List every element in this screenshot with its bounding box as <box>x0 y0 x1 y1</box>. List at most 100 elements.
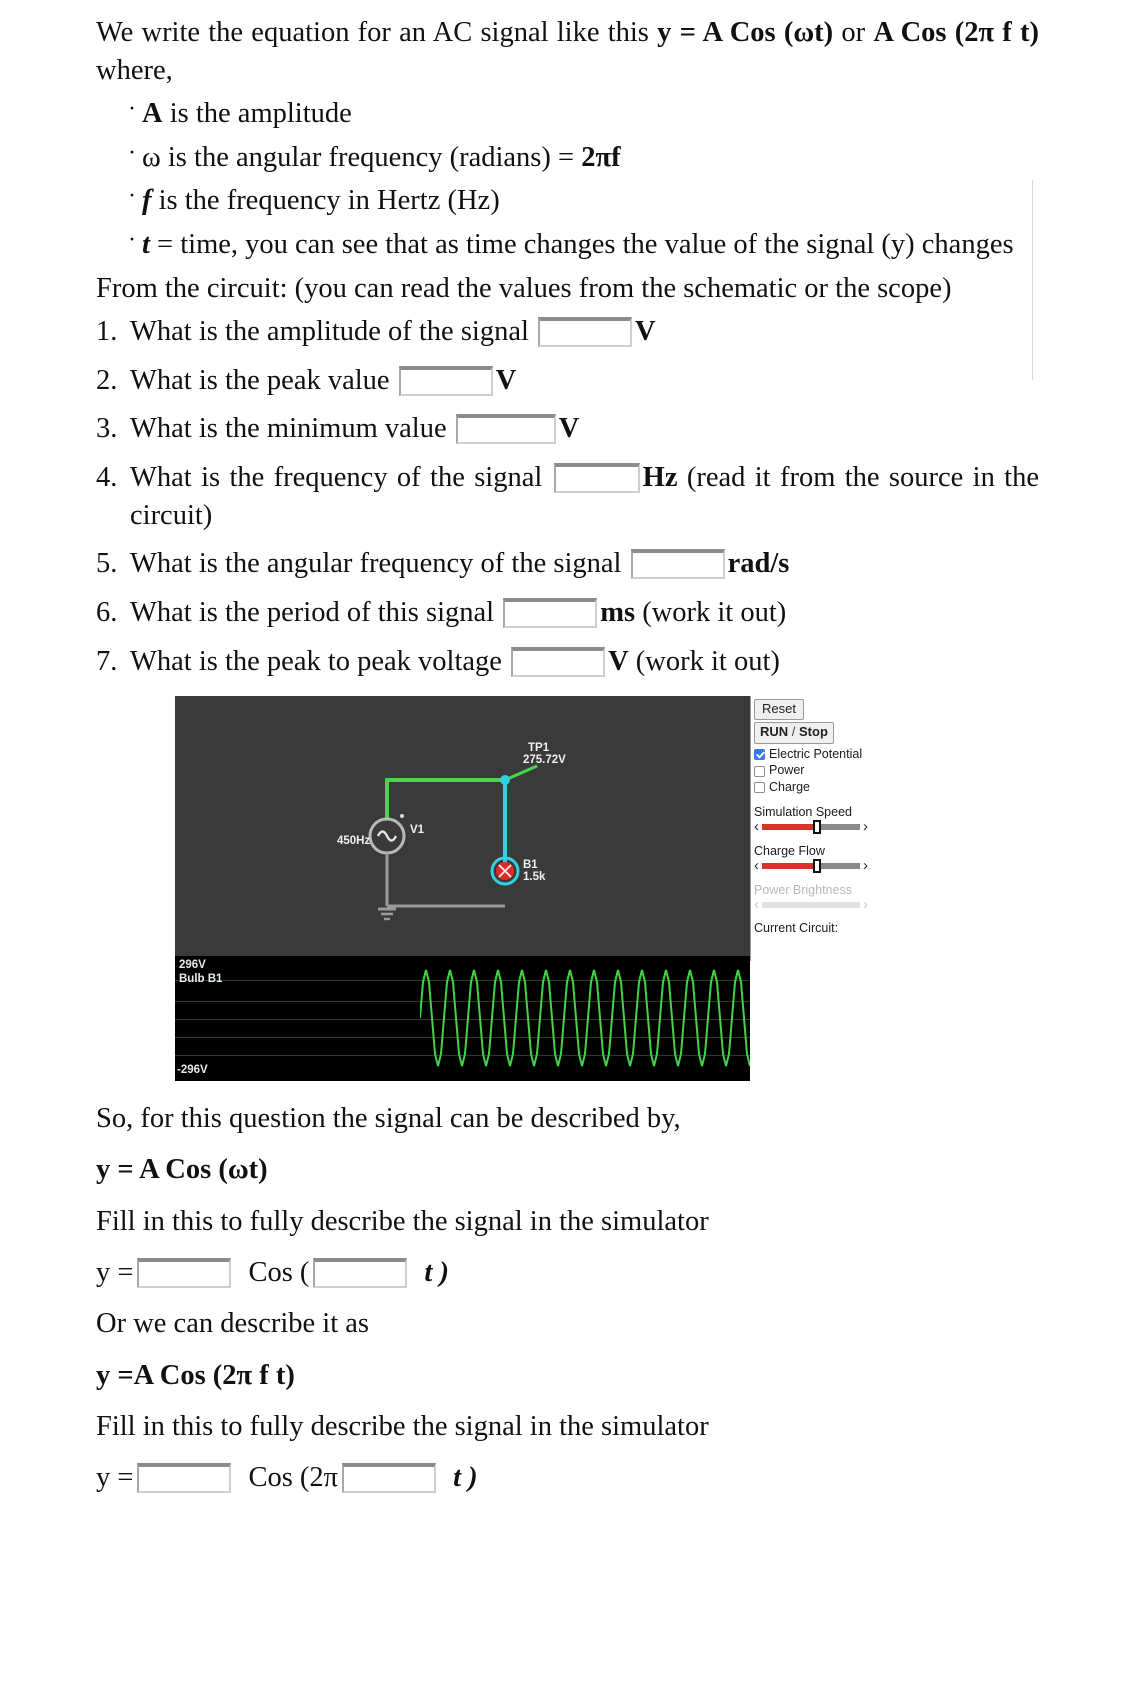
answer-input-3[interactable] <box>455 414 556 445</box>
bullet-dot-icon: · <box>128 96 136 123</box>
slider-knob-charge-flow[interactable] <box>812 858 821 873</box>
answer-input-1[interactable] <box>538 317 633 348</box>
question-text: What is the peak value <box>130 364 390 396</box>
oscilloscope-panel: 296V Bulb B1 -296V <box>175 956 750 1082</box>
amplitude-input-1[interactable] <box>137 1257 232 1288</box>
bullet-symbol: A <box>142 98 163 130</box>
slider-track-charge-flow[interactable] <box>762 858 860 873</box>
fill-in-row-2: y = Cos (2π t ) <box>96 1458 1039 1497</box>
list-item: · A is the amplitude <box>96 95 1039 133</box>
scope-waveform <box>420 969 750 1067</box>
document-body: We write the equation for an AC signal l… <box>0 0 1125 680</box>
intro-text-a: We write the equation for an AC signal l… <box>96 17 658 48</box>
document-page: We write the equation for an AC signal l… <box>0 0 1125 1696</box>
answer-input-4[interactable] <box>553 463 640 494</box>
omega-input-1[interactable] <box>313 1257 408 1288</box>
question-item-1: 1. What is the amplitude of the signal V <box>96 313 1039 351</box>
definition-bullet-list: · A is the amplitude · ω is the angular fr… <box>96 95 1039 263</box>
question-text: What is the peak to peak voltage <box>130 645 502 677</box>
outro-equation-2: y =A Cos (2π f t) <box>96 1359 295 1391</box>
fill-lead-2: y = <box>96 1462 134 1494</box>
list-item: · f is the frequency in Hertz (Hz) <box>96 182 1039 220</box>
slider-track-simulation-speed[interactable] <box>762 819 860 834</box>
chevron-right-icon[interactable]: › <box>863 819 868 834</box>
circuit-simulator-figure: TP1 275.72V V1 450Hz B1 1.5k Reset RUN /… <box>175 696 868 1082</box>
slider-charge-flow[interactable]: ‹ › <box>754 858 868 874</box>
reset-button[interactable]: Reset <box>754 699 804 721</box>
terminal-dot <box>400 814 404 819</box>
answer-input-5[interactable] <box>630 549 725 580</box>
scope-bottom-value-label: -296V <box>177 1064 208 1077</box>
answer-input-7[interactable] <box>511 646 606 677</box>
answer-input-2[interactable] <box>398 365 493 396</box>
run-label: RUN <box>760 724 789 740</box>
question-unit: rad/s <box>727 548 790 580</box>
slider-knob-simulation-speed[interactable] <box>812 819 821 834</box>
question-text: What is the amplitude of the signal <box>130 316 529 348</box>
fill-lead-1: y = <box>96 1257 134 1289</box>
checkbox-row-electric-potential[interactable]: Electric Potential <box>754 747 868 763</box>
run-stop-button[interactable]: RUN / Stop <box>754 722 834 744</box>
question-text: What is the minimum value <box>130 413 447 445</box>
checkbox-icon-electric-potential[interactable] <box>754 748 765 760</box>
slider-label-simulation-speed: Simulation Speed <box>754 804 852 819</box>
question-unit: V <box>608 645 629 677</box>
outro-equation-1: y = A Cos (ωt) <box>96 1154 268 1186</box>
bullet-text: is the angular frequency (radians) = <box>160 141 582 173</box>
node-dot-tp1 <box>500 775 510 786</box>
intro-text-c: or <box>833 17 874 48</box>
source-name-label: V1 <box>410 824 425 837</box>
outro-line-4: Fill in this to fully describe the signa… <box>96 1411 709 1443</box>
question-item-5: 5. What is the angular frequency of the s… <box>96 545 1039 583</box>
bullet-dot-icon: · <box>128 183 136 210</box>
scope-top-value-label: 296V <box>179 959 206 972</box>
fill-tail-2: t ) <box>453 1462 478 1494</box>
checkbox-label-charge: Charge <box>769 779 810 794</box>
question-number: 1. <box>96 316 118 348</box>
bullet-dot-icon: · <box>128 139 136 166</box>
run-stop-button-wrap: RUN / Stop <box>754 722 868 745</box>
question-unit: V <box>635 316 656 348</box>
fill-mid-1: Cos ( <box>248 1257 310 1289</box>
intro-equation-1: y = A Cos (ωt) <box>657 17 834 48</box>
question-item-2: 2. What is the peak value V <box>96 362 1039 400</box>
fill-mid-2: Cos (2π <box>248 1462 339 1494</box>
bullet-text: is the frequency in Hertz (Hz) <box>151 185 500 217</box>
current-circuit-label: Current Circuit: <box>754 920 839 935</box>
chevron-right-icon[interactable]: › <box>863 858 868 873</box>
outro-line-3: Or we can describe it as <box>96 1308 370 1340</box>
intro-paragraph: We write the equation for an AC signal l… <box>96 14 1039 89</box>
amplitude-input-2[interactable] <box>137 1463 232 1494</box>
question-unit: V <box>495 364 517 396</box>
bullet-text: is the amplitude <box>162 98 352 130</box>
bullet-tail: 2πf <box>581 141 621 173</box>
chevron-left-icon[interactable]: ‹ <box>754 858 759 873</box>
bullet-dot-icon: · <box>128 227 136 254</box>
bulb-name-label: B1 <box>523 859 538 872</box>
document-footer-body: So, for this question the signal can be … <box>0 1081 1125 1530</box>
checkbox-row-charge[interactable]: Charge <box>754 780 868 796</box>
question-item-6: 6. What is the period of this signal ms (… <box>96 594 1039 632</box>
answer-input-6[interactable] <box>503 597 598 628</box>
checkbox-label-power: Power <box>769 763 805 778</box>
question-text: What is the period of this signal <box>130 596 495 628</box>
checkbox-icon-charge[interactable] <box>754 782 765 794</box>
question-unit: Hz <box>642 462 678 494</box>
chevron-left-icon[interactable]: ‹ <box>754 819 759 834</box>
question-list: 1. What is the amplitude of the signal V … <box>96 313 1039 680</box>
checkbox-icon-power[interactable] <box>754 765 765 777</box>
slider-label-power-brightness: Power Brightness <box>754 882 852 897</box>
chevron-right-icon: › <box>863 896 868 914</box>
checkbox-row-power[interactable]: Power <box>754 763 868 779</box>
scope-channel-label: Bulb B1 <box>179 973 223 986</box>
run-stop-separator: / <box>788 724 800 740</box>
intro-text-e: where, <box>96 54 173 86</box>
slider-simulation-speed[interactable]: ‹ › <box>754 819 868 835</box>
list-item: · t = time, you can see that as time chan… <box>96 226 1039 264</box>
question-number: 4. <box>96 462 118 494</box>
question-number: 6. <box>96 596 118 628</box>
slider-fill <box>762 862 816 869</box>
reset-button-wrap: Reset <box>754 699 868 722</box>
circuit-svg <box>368 764 538 921</box>
frequency-input-2[interactable] <box>342 1463 437 1494</box>
